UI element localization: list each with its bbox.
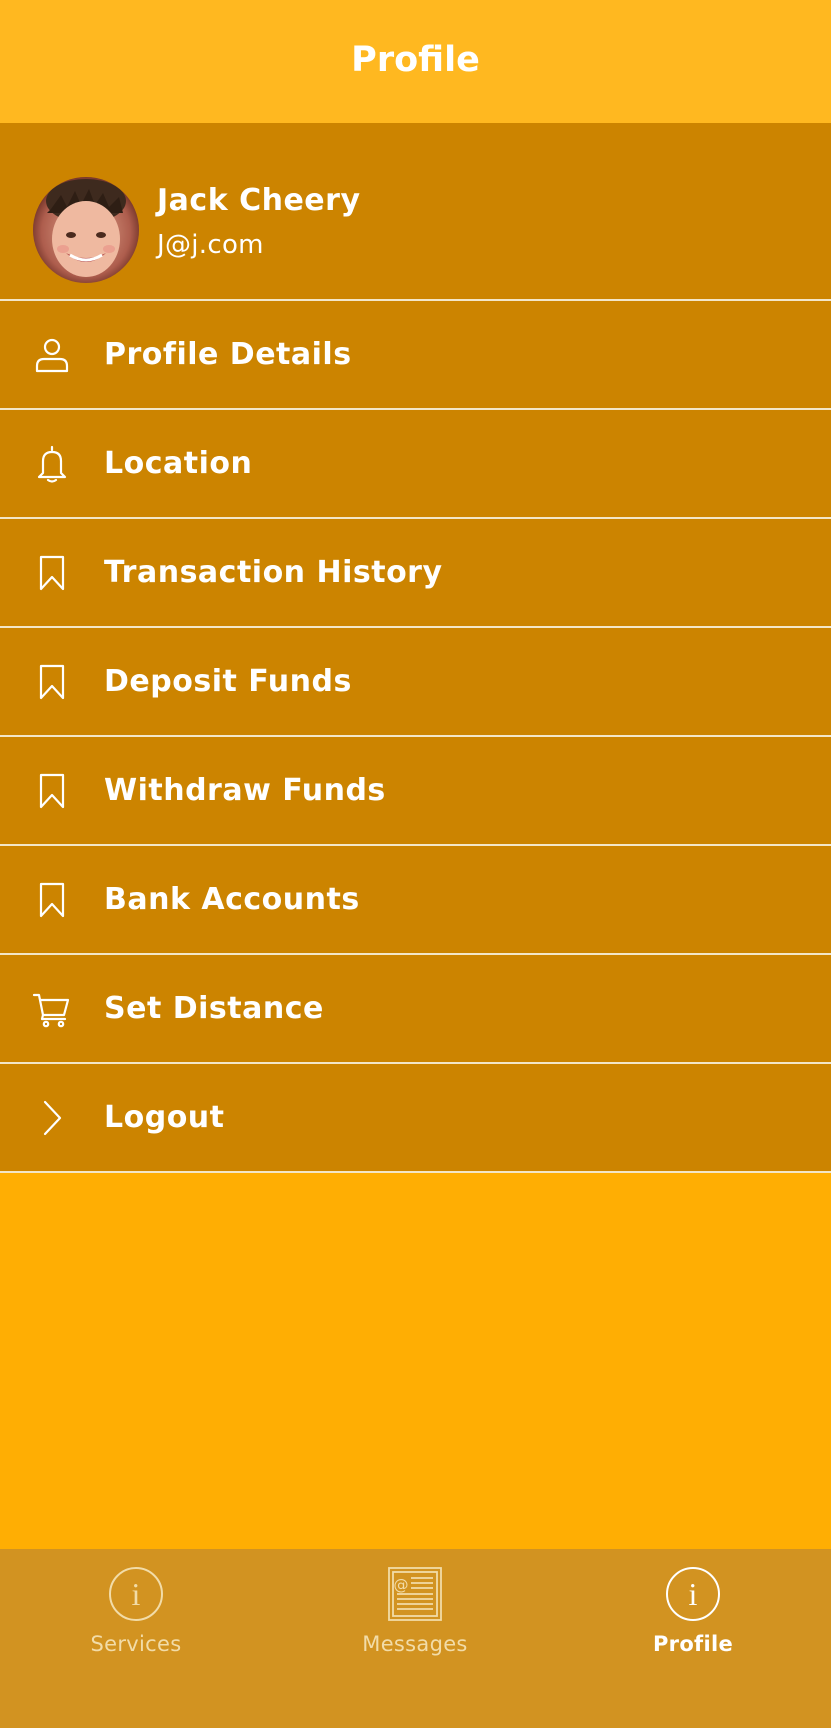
navigation-bar: Profile (0, 0, 831, 123)
menu-item-label: Withdraw Funds (104, 773, 386, 808)
cart-icon (32, 989, 72, 1029)
profile-header[interactable]: Jack Cheery J@j.com (0, 123, 831, 301)
tab-label: Services (90, 1632, 182, 1656)
bookmark-icon (32, 662, 72, 702)
bookmark-icon (32, 880, 72, 920)
page-title: Profile (351, 40, 480, 80)
person-icon (32, 335, 72, 375)
svg-text:@: @ (394, 1576, 409, 1594)
menu-item-label: Bank Accounts (104, 882, 360, 917)
menu-item-label: Profile Details (104, 337, 352, 372)
svg-text:i: i (689, 1576, 698, 1612)
info-icon: i (663, 1564, 723, 1624)
tab-messages[interactable]: @ Messages (315, 1564, 515, 1656)
tab-bar: i Services @ Messages i Profile (0, 1549, 831, 1728)
menu-item-label: Deposit Funds (104, 664, 352, 699)
bell-icon (32, 444, 72, 484)
bookmark-icon (32, 553, 72, 593)
menu-item-transaction-history[interactable]: Transaction History (0, 519, 831, 628)
menu-item-deposit-funds[interactable]: Deposit Funds (0, 628, 831, 737)
user-name: Jack Cheery (157, 183, 361, 218)
menu-item-profile-details[interactable]: Profile Details (0, 301, 831, 410)
menu-item-set-distance[interactable]: Set Distance (0, 955, 831, 1064)
chevron-right-icon (32, 1098, 72, 1138)
bookmark-icon (32, 771, 72, 811)
profile-menu: Profile Details Location Transaction His… (0, 301, 831, 1173)
newspaper-icon: @ (385, 1564, 445, 1624)
tab-label: Messages (362, 1632, 468, 1656)
menu-item-label: Transaction History (104, 555, 443, 590)
user-email: J@j.com (157, 230, 264, 260)
menu-item-label: Location (104, 446, 253, 481)
avatar (33, 177, 139, 283)
menu-item-label: Logout (104, 1100, 225, 1135)
menu-item-bank-accounts[interactable]: Bank Accounts (0, 846, 831, 955)
tab-label: Profile (652, 1632, 734, 1656)
info-icon: i (106, 1564, 166, 1624)
menu-item-label: Set Distance (104, 991, 324, 1026)
tab-services[interactable]: i Services (36, 1564, 236, 1656)
tab-profile[interactable]: i Profile (593, 1564, 793, 1656)
menu-item-location[interactable]: Location (0, 410, 831, 519)
menu-item-logout[interactable]: Logout (0, 1064, 831, 1173)
menu-item-withdraw-funds[interactable]: Withdraw Funds (0, 737, 831, 846)
svg-text:i: i (132, 1576, 141, 1612)
